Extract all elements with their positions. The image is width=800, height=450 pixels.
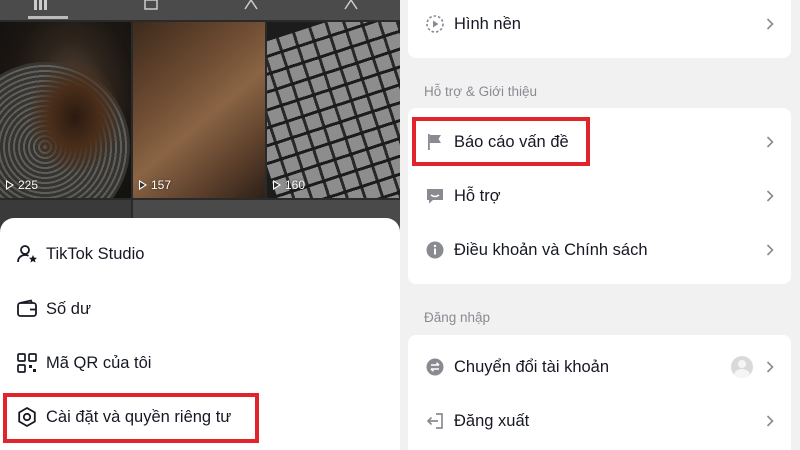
settings-row-support[interactable]: Hỗ trợ <box>408 169 791 223</box>
chat-bubble-icon <box>425 186 445 206</box>
settings-row-label: Hình nền <box>454 14 521 33</box>
view-count: 225 <box>6 178 38 192</box>
menu-item-settings-privacy[interactable]: Cài đặt và quyền riêng tư <box>16 403 231 431</box>
settings-row-terms-policies[interactable]: Điều khoản và Chính sách <box>408 223 791 277</box>
video-thumbnail[interactable]: 225 <box>0 22 131 198</box>
play-icon <box>6 180 15 190</box>
view-count: 157 <box>139 178 171 192</box>
video-thumbnail[interactable]: 160 <box>267 22 400 198</box>
settings-row-switch-account[interactable]: Chuyển đổi tài khoản <box>408 340 791 394</box>
flag-icon <box>425 132 445 152</box>
login-settings-card: Chuyển đổi tài khoản Đăng xuất <box>408 335 791 450</box>
settings-row-wallpaper[interactable]: Hình nền <box>408 0 791 51</box>
section-title-login: Đăng nhập <box>424 310 491 325</box>
chevron-right-icon <box>763 17 777 31</box>
menu-item-label: Cài đặt và quyền riêng tư <box>46 407 232 426</box>
menu-item-qr-code[interactable]: Mã QR của tôi <box>16 349 151 377</box>
logout-icon <box>425 411 445 431</box>
active-tab-indicator <box>28 16 68 19</box>
person-star-icon <box>16 243 38 265</box>
settings-row-label: Hỗ trợ <box>454 186 501 205</box>
settings-screen: Hình nền Hỗ trợ & Giới thiệu Báo cáo vấn… <box>400 0 800 450</box>
profile-screen: 225 157 160 TikTok Studio Số dư Mã QR củ… <box>0 0 400 450</box>
play-icon <box>139 180 148 190</box>
view-count: 160 <box>273 178 305 192</box>
chevron-right-icon <box>763 414 777 428</box>
chevron-right-icon <box>763 135 777 149</box>
view-count-value: 160 <box>285 178 306 192</box>
display-settings-card: Hình nền <box>408 0 791 58</box>
play-icon <box>273 180 282 190</box>
menu-item-label: Số dư <box>46 299 91 318</box>
video-thumbnail[interactable]: 157 <box>133 22 265 198</box>
wallet-icon <box>16 298 38 320</box>
section-title-support: Hỗ trợ & Giới thiệu <box>424 84 537 99</box>
qr-code-icon <box>16 352 38 374</box>
settings-row-logout[interactable]: Đăng xuất <box>408 394 791 448</box>
view-count-value: 157 <box>151 178 172 192</box>
info-icon <box>425 240 445 260</box>
menu-item-balance[interactable]: Số dư <box>16 295 91 323</box>
favorites-tab-icon[interactable] <box>244 0 258 10</box>
settings-row-label: Điều khoản và Chính sách <box>454 240 648 259</box>
chevron-right-icon <box>763 360 777 374</box>
grid-tab-icon[interactable] <box>34 0 48 10</box>
chevron-right-icon <box>763 189 777 203</box>
profile-tab-bar <box>0 0 400 20</box>
profile-menu-sheet: TikTok Studio Số dư Mã QR của tôi Cài đặ… <box>0 218 400 450</box>
menu-item-label: TikTok Studio <box>46 244 145 263</box>
chevron-right-icon <box>763 243 777 257</box>
wallpaper-icon <box>425 14 445 34</box>
liked-tab-icon[interactable] <box>344 0 358 10</box>
settings-row-report-problem[interactable]: Báo cáo vấn đề <box>408 115 791 169</box>
settings-row-label: Chuyển đổi tài khoản <box>454 357 610 376</box>
menu-item-label: Mã QR của tôi <box>46 353 152 372</box>
menu-item-tiktok-studio[interactable]: TikTok Studio <box>16 240 144 268</box>
repost-tab-icon[interactable] <box>144 0 158 10</box>
view-count-value: 225 <box>18 178 39 192</box>
switch-icon <box>425 357 445 377</box>
settings-row-label: Báo cáo vấn đề <box>454 132 569 151</box>
settings-row-label: Đăng xuất <box>454 411 530 430</box>
support-settings-card: Báo cáo vấn đề Hỗ trợ Điều khoản và Chín… <box>408 108 791 284</box>
avatar <box>731 356 753 378</box>
gear-icon <box>16 406 38 428</box>
